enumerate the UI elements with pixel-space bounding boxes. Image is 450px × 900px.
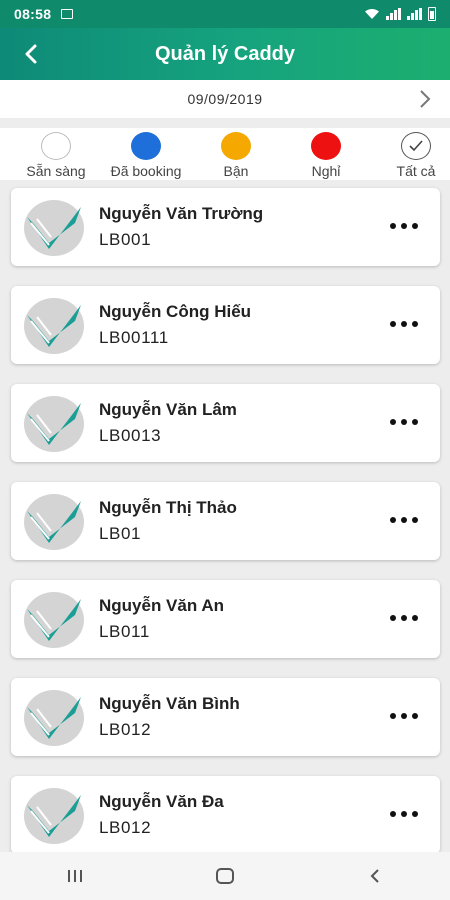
caddy-logo-icon: [24, 396, 84, 452]
status-icons: [364, 7, 436, 21]
caddy-code: LB001: [99, 230, 152, 249]
more-dot: [412, 223, 418, 229]
filter-label: Sẵn sàng: [26, 163, 86, 179]
filter-off[interactable]: Nghỉ: [276, 132, 376, 179]
gallery-notification-icon: [61, 9, 74, 19]
more-dot: [390, 223, 396, 229]
caddy-name: Nguyễn Văn An: [99, 596, 224, 615]
status-dot-blue: [131, 132, 161, 160]
caddy-code: LB012: [99, 720, 152, 739]
caddy-code: LB01: [99, 524, 142, 543]
caddy-code: LB00111: [99, 328, 169, 347]
more-dot: [390, 517, 396, 523]
filter-booked[interactable]: Đã booking: [96, 132, 196, 179]
caddy-name: Nguyễn Thị Thảo: [99, 498, 237, 517]
back-button[interactable]: [16, 38, 48, 70]
caddy-name: Nguyễn Công Hiếu: [99, 302, 252, 321]
filter-label: Nghỉ: [311, 163, 341, 179]
status-filter-bar: Sẵn sàng Đã booking Bận Nghỉ Tất cả: [0, 128, 450, 180]
app-header: Quản lý Caddy: [0, 28, 450, 80]
signal-icon: [386, 8, 401, 20]
caddy-card[interactable]: Nguyễn Thị Thảo LB01: [11, 482, 440, 560]
filter-ready[interactable]: Sẵn sàng: [6, 132, 106, 179]
more-dot: [401, 321, 407, 327]
more-options-button[interactable]: [390, 608, 418, 628]
current-date[interactable]: 09/09/2019: [187, 91, 262, 107]
home-icon: [216, 868, 234, 884]
arrow-left-icon: [25, 44, 37, 64]
caddy-code: LB011: [99, 622, 150, 641]
more-dot: [412, 615, 418, 621]
signal-icon-2: [407, 8, 422, 20]
recent-apps-button[interactable]: [45, 856, 105, 896]
next-date-button[interactable]: [414, 87, 436, 111]
filter-all[interactable]: Tất cả: [366, 132, 450, 179]
more-dot: [390, 321, 396, 327]
caddy-logo-icon: [24, 690, 84, 746]
system-nav-bar: [0, 852, 450, 900]
caddy-code: LB0013: [99, 426, 162, 445]
chevron-right-icon: [420, 90, 431, 108]
more-options-button[interactable]: [390, 412, 418, 432]
status-dot-white: [41, 132, 71, 160]
caddy-code: LB012: [99, 818, 152, 837]
more-dot: [390, 713, 396, 719]
more-dot: [401, 517, 407, 523]
more-options-button[interactable]: [390, 216, 418, 236]
more-dot: [390, 615, 396, 621]
more-options-button[interactable]: [390, 510, 418, 530]
more-dot: [401, 615, 407, 621]
caddy-name: Nguyễn Văn Đa: [99, 792, 224, 811]
more-options-button[interactable]: [390, 706, 418, 726]
battery-icon: [428, 7, 436, 21]
home-button[interactable]: [195, 856, 255, 896]
date-bar: 09/09/2019: [0, 80, 450, 118]
caddy-card[interactable]: Nguyễn Công Hiếu LB00111: [11, 286, 440, 364]
system-back-button[interactable]: [345, 856, 405, 896]
more-dot: [412, 517, 418, 523]
caddy-card[interactable]: Nguyễn Văn Lâm LB0013: [11, 384, 440, 462]
caddy-card[interactable]: Nguyễn Văn An LB011: [11, 580, 440, 658]
caddy-name: Nguyễn Văn Lâm: [99, 400, 237, 419]
caddy-card[interactable]: Nguyễn Văn Bình LB012: [11, 678, 440, 756]
caddy-card[interactable]: Nguyễn Văn Đa LB012: [11, 776, 440, 854]
more-dot: [390, 811, 396, 817]
status-dot-orange: [221, 132, 251, 160]
status-dot-red: [311, 132, 341, 160]
caddy-logo-icon: [24, 200, 84, 256]
more-dot: [412, 321, 418, 327]
more-dot: [401, 419, 407, 425]
more-dot: [412, 713, 418, 719]
filter-label: Đã booking: [110, 163, 182, 179]
more-options-button[interactable]: [390, 314, 418, 334]
more-dot: [401, 223, 407, 229]
caddy-logo-icon: [24, 494, 84, 550]
caddy-logo-icon: [24, 298, 84, 354]
more-dot: [412, 419, 418, 425]
caddy-name: Nguyễn Văn Bình: [99, 694, 240, 713]
filter-label: Bận: [223, 163, 249, 179]
more-options-button[interactable]: [390, 804, 418, 824]
more-dot: [390, 419, 396, 425]
more-dot: [412, 811, 418, 817]
status-bar: 08:58: [0, 0, 450, 28]
wifi-icon: [365, 9, 379, 19]
caddy-logo-icon: [24, 788, 84, 844]
status-time: 08:58: [14, 6, 52, 22]
status-dot-all: [401, 132, 431, 160]
caddy-card[interactable]: Nguyễn Văn Trường LB001: [11, 188, 440, 266]
filter-busy[interactable]: Bận: [186, 132, 286, 179]
caddy-logo-icon: [24, 592, 84, 648]
chevron-left-icon: [370, 869, 379, 883]
filter-label: Tất cả: [396, 163, 436, 179]
recent-apps-icon: [68, 870, 82, 882]
page-title: Quản lý Caddy: [154, 42, 296, 65]
more-dot: [401, 713, 407, 719]
check-icon: [409, 140, 423, 152]
more-dot: [401, 811, 407, 817]
caddy-name: Nguyễn Văn Trường: [99, 204, 264, 223]
